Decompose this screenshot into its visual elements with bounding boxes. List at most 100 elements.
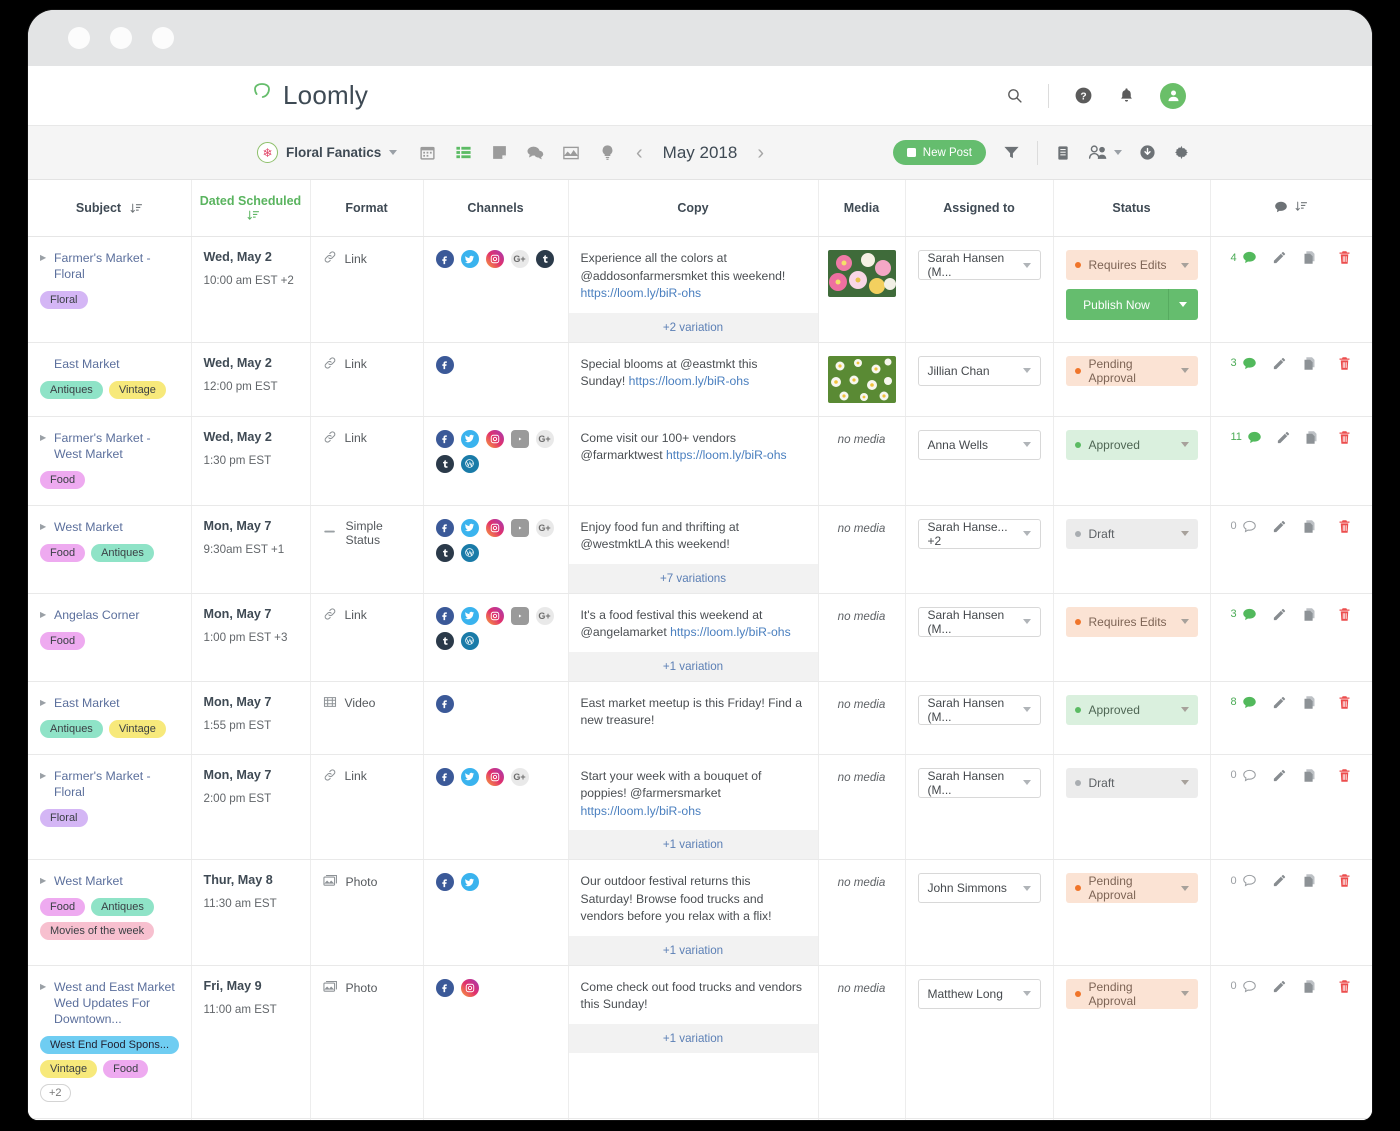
post-subject[interactable]: Farmer's Market - West Market xyxy=(54,430,179,462)
calendar-icon[interactable] xyxy=(417,143,437,163)
googleplus-icon[interactable]: G+ xyxy=(510,767,529,786)
edit-icon[interactable] xyxy=(1272,607,1287,622)
status-badge[interactable]: Draft xyxy=(1065,767,1198,798)
post-subject[interactable]: Farmer's Market - Floral xyxy=(54,768,179,800)
media-thumbnail[interactable] xyxy=(827,250,896,297)
edit-icon[interactable] xyxy=(1272,695,1287,710)
twitter-icon[interactable] xyxy=(460,518,479,537)
expand-row-icon[interactable]: ▶ xyxy=(40,768,47,784)
delete-icon[interactable] xyxy=(1337,695,1352,710)
facebook-icon[interactable] xyxy=(435,767,454,786)
window-close-button[interactable] xyxy=(68,27,90,49)
duplicate-icon[interactable] xyxy=(1302,873,1317,888)
edit-icon[interactable] xyxy=(1272,979,1287,994)
tumblr-icon[interactable] xyxy=(435,454,454,473)
tag-chip[interactable]: Food xyxy=(103,1059,149,1078)
facebook-icon[interactable] xyxy=(435,873,454,891)
expand-row-icon[interactable]: ▶ xyxy=(40,430,47,446)
status-badge[interactable]: Requires Edits xyxy=(1065,250,1198,280)
duplicate-icon[interactable] xyxy=(1304,430,1319,445)
status-badge[interactable]: Draft xyxy=(1065,518,1198,549)
edit-icon[interactable] xyxy=(1272,873,1287,888)
copy-variations[interactable]: +1 variation xyxy=(568,1023,818,1053)
library-icon[interactable] xyxy=(1055,145,1071,161)
copy-variations[interactable]: +1 variation xyxy=(568,830,818,859)
tag-chip[interactable]: Food xyxy=(40,543,86,562)
tag-chip[interactable]: Movies of the week xyxy=(40,922,155,940)
expand-row-icon[interactable]: ▶ xyxy=(40,873,47,889)
column-header-actions[interactable] xyxy=(1210,180,1372,237)
comments-icon[interactable] xyxy=(1242,519,1257,534)
comments-icon[interactable] xyxy=(1242,356,1257,371)
assignee-select[interactable]: Sarah Hansen (M... xyxy=(917,694,1041,725)
table-row[interactable]: ▶ Farmer's Market - Floral Floral Mon, Ma… xyxy=(28,754,1372,860)
expand-row-icon[interactable]: ▶ xyxy=(40,607,47,623)
assignee-select[interactable]: John Simmons xyxy=(917,873,1041,903)
tag-chip[interactable]: Food xyxy=(40,631,86,650)
expand-row-icon[interactable]: ▶ xyxy=(40,519,47,535)
status-badge[interactable]: Approved xyxy=(1065,429,1198,460)
search-icon[interactable] xyxy=(1006,87,1023,104)
copy-variations[interactable]: +2 variation xyxy=(568,312,818,342)
delete-icon[interactable] xyxy=(1337,873,1352,888)
instagram-icon[interactable] xyxy=(460,978,479,997)
tag-chip[interactable]: Floral xyxy=(40,808,88,827)
status-badge[interactable]: Approved xyxy=(1065,694,1198,725)
instagram-icon[interactable] xyxy=(485,429,504,448)
facebook-icon[interactable] xyxy=(435,429,454,448)
status-badge[interactable]: Pending Approval xyxy=(1065,355,1198,386)
help-icon[interactable]: ? xyxy=(1074,86,1093,105)
delete-icon[interactable] xyxy=(1337,519,1352,534)
duplicate-icon[interactable] xyxy=(1302,519,1317,534)
idea-icon[interactable] xyxy=(597,143,617,163)
expand-row-icon[interactable]: ▶ xyxy=(40,250,47,266)
window-minimize-button[interactable] xyxy=(110,27,132,49)
column-header-subject[interactable]: Subject xyxy=(28,180,192,237)
expand-row-icon[interactable]: ▶ xyxy=(40,979,47,995)
edit-icon[interactable] xyxy=(1272,250,1287,265)
table-row[interactable]: ▶ Angelas Corner Food Mon, May 7 1:00 pm … xyxy=(28,593,1372,682)
assignee-select[interactable]: Jillian Chan xyxy=(917,355,1041,386)
googleplus-icon[interactable]: G+ xyxy=(535,429,554,448)
post-subject[interactable]: West and East Market Wed Updates For Dow… xyxy=(54,979,179,1027)
post-subject[interactable]: West Market xyxy=(54,519,123,535)
post-subject[interactable]: Angelas Corner xyxy=(54,607,139,623)
tag-chip[interactable]: Food xyxy=(40,898,86,916)
post-subject[interactable]: East Market xyxy=(54,695,120,711)
copy-link[interactable]: https://loom.ly/biR-ohs xyxy=(581,804,702,818)
table-row[interactable]: ▶ West Market Food Antiques Mon, May 7 9:3… xyxy=(28,505,1372,594)
publish-now-button[interactable]: Publish Now xyxy=(1065,289,1198,320)
post-subject[interactable]: West Market xyxy=(54,873,123,889)
delete-icon[interactable] xyxy=(1337,430,1352,445)
assignee-select[interactable]: Sarah Hansen (M... xyxy=(917,606,1041,637)
youtube-icon[interactable] xyxy=(510,606,529,625)
copy-link[interactable]: https://loom.ly/biR-ohs xyxy=(629,374,750,388)
assignee-select[interactable]: Anna Wells xyxy=(917,429,1041,460)
comments-icon[interactable] xyxy=(1242,607,1257,622)
bell-icon[interactable] xyxy=(1118,87,1135,104)
post-subject[interactable]: Farmer's Market - Floral xyxy=(54,250,179,282)
copy-variations[interactable]: +1 variation xyxy=(568,935,818,965)
next-month-button[interactable]: › xyxy=(757,143,764,163)
duplicate-icon[interactable] xyxy=(1302,607,1317,622)
tag-chip[interactable]: Antiques xyxy=(40,380,103,399)
app-logo[interactable]: Loomly xyxy=(250,80,368,111)
media-thumbnail[interactable] xyxy=(827,355,896,403)
window-maximize-button[interactable] xyxy=(152,27,174,49)
tag-chip[interactable]: West End Food Spons... xyxy=(40,1035,180,1054)
expand-row-icon[interactable]: ▶ xyxy=(40,695,47,711)
wordpress-icon[interactable] xyxy=(460,454,479,473)
table-row[interactable]: ▶ East Market Antiques Vintage Mon, May 7 … xyxy=(28,681,1372,755)
youtube-icon[interactable] xyxy=(510,429,529,448)
tag-chip[interactable]: Vintage xyxy=(108,719,166,738)
table-row[interactable]: ▶East Market AntiquesVintage Fri, May 9 … xyxy=(28,1118,1372,1120)
copy-link[interactable]: https://loom.ly/biR-ohs xyxy=(581,286,702,300)
analytics-icon[interactable] xyxy=(561,143,581,163)
edit-icon[interactable] xyxy=(1272,768,1287,783)
facebook-icon[interactable] xyxy=(435,694,454,713)
tag-chip[interactable]: Antiques xyxy=(91,543,154,562)
facebook-icon[interactable] xyxy=(435,518,454,537)
delete-icon[interactable] xyxy=(1337,768,1352,783)
comments-icon[interactable] xyxy=(1242,250,1257,265)
workspace-selector[interactable]: ❄ Floral Fanatics xyxy=(257,142,398,163)
